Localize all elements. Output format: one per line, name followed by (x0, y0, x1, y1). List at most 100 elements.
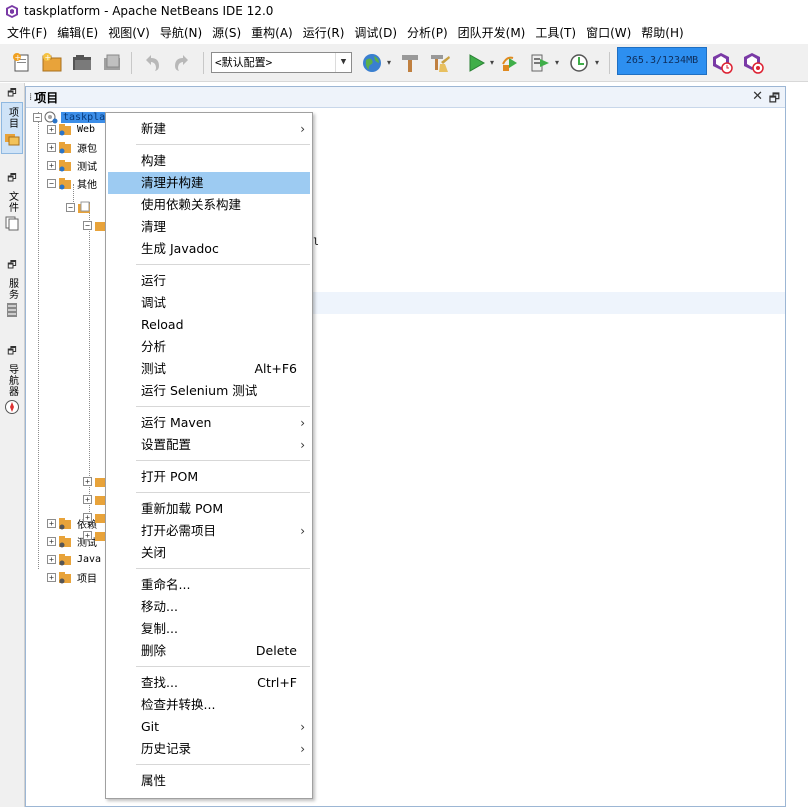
snapshot-icon[interactable] (742, 51, 766, 75)
context-menu-item[interactable]: 分析 (108, 336, 310, 358)
expand-icon[interactable]: + (83, 512, 92, 522)
close-project-icon[interactable] (100, 51, 124, 75)
menu-4[interactable]: 源(S) (207, 22, 246, 44)
context-menu-item[interactable]: 删除 Delete (108, 640, 310, 662)
context-menu-item[interactable]: Reload (108, 314, 310, 336)
new-file-icon[interactable]: + (10, 51, 34, 75)
context-menu-item[interactable]: 打开必需项目 › (108, 520, 310, 542)
expand-icon[interactable]: + (47, 518, 56, 528)
expand-icon[interactable]: + (83, 530, 92, 540)
expand-icon[interactable]: + (47, 160, 56, 170)
context-menu-item[interactable]: Git › (108, 716, 310, 738)
collapse-icon[interactable]: − (33, 112, 42, 122)
menu-6[interactable]: 运行(R) (298, 22, 350, 44)
menu-12[interactable]: 帮助(H) (636, 22, 688, 44)
tab-services[interactable]: 服务 (1, 274, 23, 324)
tree-row-6[interactable]: + Java (47, 550, 103, 568)
tree-row-1[interactable]: + 源包 (47, 138, 99, 156)
profile-icon[interactable] (528, 51, 552, 75)
clean-build-icon[interactable] (428, 51, 452, 75)
tree-row-7[interactable]: + 项目 (47, 568, 99, 586)
tree-row-0[interactable]: + Web (47, 120, 97, 138)
menu-7[interactable]: 调试(D) (349, 22, 402, 44)
context-menu-item[interactable]: 生成 Javadoc (108, 238, 310, 260)
run-icon[interactable] (464, 51, 488, 75)
tab-files[interactable]: 文件 (1, 187, 23, 237)
tree-row-2[interactable]: + 测试 (47, 156, 99, 174)
context-menu-item[interactable]: 查找... Ctrl+F (108, 672, 310, 694)
context-menu-item[interactable]: 打开 POM (108, 466, 310, 488)
context-menu-item[interactable]: 复制... (108, 618, 310, 640)
menu-8[interactable]: 分析(P) (402, 22, 453, 44)
context-menu-item[interactable]: 构建 (108, 150, 310, 172)
context-menu-item[interactable]: 属性 (108, 770, 310, 792)
context-menu-item[interactable]: 检查并转换... (108, 694, 310, 716)
collapse-icon[interactable]: − (47, 178, 56, 188)
minimize-icon[interactable]: 🗗 (1, 344, 23, 360)
context-menu-item[interactable]: 关闭 (108, 542, 310, 564)
expand-icon[interactable]: + (47, 554, 56, 564)
redo-icon[interactable] (170, 51, 194, 75)
expand-icon[interactable]: + (47, 536, 56, 546)
menu-3[interactable]: 导航(N) (155, 22, 207, 44)
context-menu-item[interactable]: 清理 (108, 216, 310, 238)
context-menu-item[interactable]: 运行 (108, 270, 310, 292)
context-menu-item[interactable]: 移动... (108, 596, 310, 618)
memory-monitor[interactable]: 265.3/1234MB (617, 47, 707, 75)
hammer-build-icon[interactable] (398, 51, 422, 75)
context-menu-item[interactable]: 重新加载 POM (108, 498, 310, 520)
maximize-icon[interactable]: 🗗 (769, 89, 780, 110)
tab-navigator[interactable]: 导航器 (1, 360, 23, 421)
memory-text: 265.3/1234MB (625, 55, 699, 66)
context-menu-item[interactable]: 调试 (108, 292, 310, 314)
context-menu-item-label: 关闭 (141, 545, 167, 560)
context-menu-item[interactable]: 运行 Maven › (108, 412, 310, 434)
gc-icon[interactable] (711, 51, 735, 75)
context-menu-item[interactable]: 历史记录 › (108, 738, 310, 760)
chevron-down-icon[interactable]: ▾ (595, 59, 603, 67)
browser-globe-icon[interactable] (360, 51, 384, 75)
menu-5[interactable]: 重构(A) (246, 22, 298, 44)
collapse-icon[interactable]: − (83, 220, 92, 230)
chevron-down-icon[interactable]: ▾ (387, 59, 395, 67)
expand-icon[interactable]: + (47, 142, 56, 152)
menu-2[interactable]: 视图(V) (103, 22, 155, 44)
context-menu-item[interactable]: 运行 Selenium 测试 (108, 380, 310, 402)
chevron-down-icon[interactable]: ▾ (555, 59, 563, 67)
collapse-icon[interactable]: − (66, 202, 75, 212)
open-project-icon[interactable] (70, 51, 94, 75)
minimize-icon[interactable]: 🗗 (1, 86, 23, 102)
expand-icon[interactable]: + (83, 494, 92, 504)
partial-tree-text: l (313, 237, 320, 248)
chevron-down-icon[interactable]: ▾ (490, 59, 498, 67)
new-project-icon[interactable]: + (40, 51, 64, 75)
context-menu-item[interactable]: 新建 › (108, 118, 310, 140)
attach-icon[interactable] (567, 51, 591, 75)
minimize-icon[interactable]: 🗗 (1, 171, 23, 187)
tree-row-nested[interactable]: − (66, 198, 94, 216)
context-menu-item[interactable]: 使用依赖关系构建 (108, 194, 310, 216)
context-menu-item[interactable]: 测试 Alt+F6 (108, 358, 310, 380)
menu-9[interactable]: 团队开发(M) (453, 22, 531, 44)
context-menu-item[interactable]: 设置配置 › (108, 434, 310, 456)
context-menu-item-label: 历史记录 (141, 741, 192, 756)
context-menu-item[interactable]: 清理并构建 (108, 172, 310, 194)
context-menu-item-label: 运行 Selenium 测试 (141, 383, 258, 398)
debug-icon[interactable] (500, 51, 524, 75)
context-menu-item[interactable]: 重命名... (108, 574, 310, 596)
config-select[interactable]: <默认配置> ▼ (211, 52, 352, 73)
expand-icon[interactable]: + (47, 124, 56, 134)
tab-projects[interactable]: 项目 (1, 102, 23, 154)
dependencies-icon (59, 517, 71, 529)
menu-0[interactable]: 文件(F) (2, 22, 52, 44)
drag-handle[interactable]: ⁞ (29, 92, 32, 103)
menu-10[interactable]: 工具(T) (530, 22, 581, 44)
tree-row-3[interactable]: − 其他 (47, 174, 99, 192)
menu-1[interactable]: 编辑(E) (52, 22, 103, 44)
undo-icon[interactable] (140, 51, 164, 75)
close-icon[interactable]: ✕ (752, 89, 763, 104)
expand-icon[interactable]: + (83, 476, 92, 486)
minimize-icon[interactable]: 🗗 (1, 258, 23, 274)
expand-icon[interactable]: + (47, 572, 56, 582)
menu-11[interactable]: 窗口(W) (581, 22, 636, 44)
